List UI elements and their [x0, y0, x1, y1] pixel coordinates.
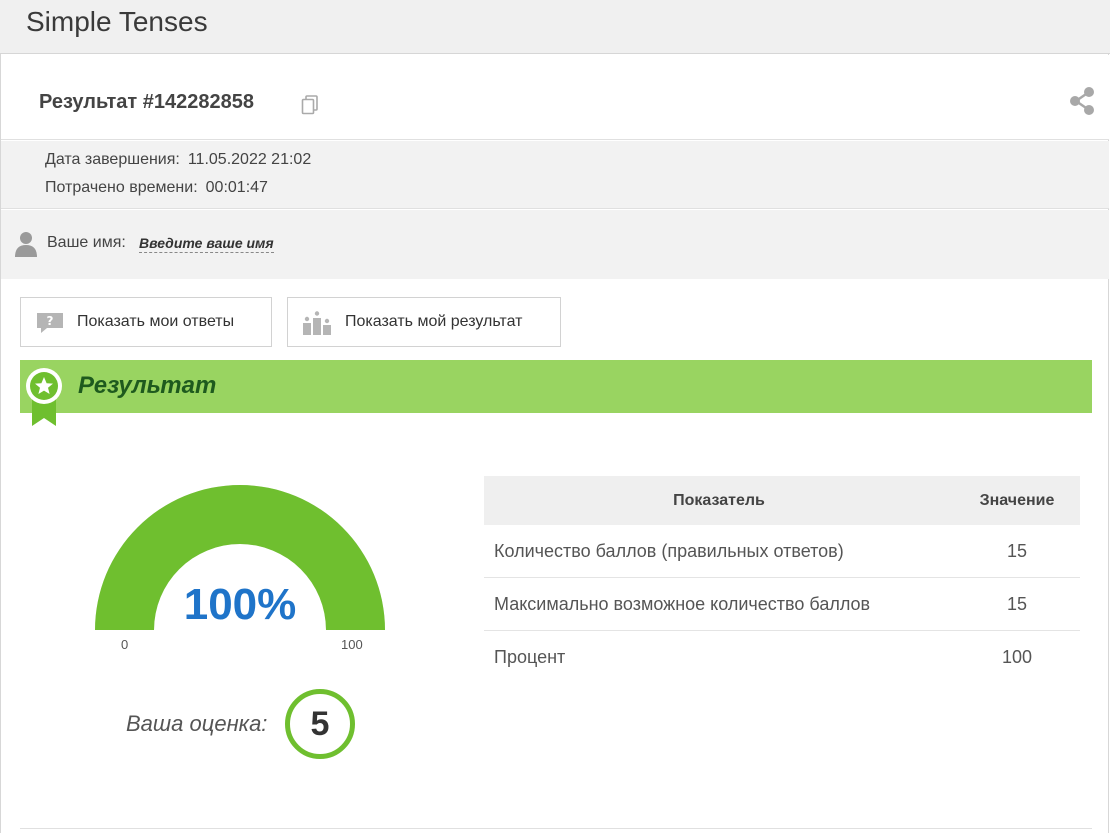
results-table: Показатель Значение Количество баллов (п… — [484, 476, 1080, 683]
result-title: Результат #142282858 — [39, 91, 255, 113]
table-cell-value: 15 — [954, 577, 1080, 631]
table-cell-value: 100 — [1001, 646, 1033, 667]
show-result-label: Показать мой результат — [345, 313, 523, 330]
svg-text:?: ? — [47, 314, 54, 328]
table-cell-name: Процент — [494, 646, 566, 667]
name-input[interactable]: Введите ваше имя — [139, 235, 274, 253]
gauge-max-label: 100 — [341, 637, 363, 652]
speech-bubble-question-icon: ? — [37, 313, 63, 333]
table-cell-name: Количество баллов (правильных ответов) — [484, 525, 954, 578]
share-icon[interactable] — [1067, 85, 1099, 117]
time-spent-row: Потрачено времени: 00:01:47 — [45, 179, 268, 197]
grade-value: 5 — [310, 705, 330, 743]
finish-date-value: 11.05.2022 21:02 — [187, 151, 312, 168]
app-title: Simple Tenses — [26, 6, 208, 37]
grade-label: Ваша оценка: — [126, 711, 268, 736]
result-section-title: Результат — [78, 372, 217, 399]
person-icon — [15, 232, 37, 257]
table-header-indicator: Показатель — [484, 476, 954, 525]
score-gauge — [95, 485, 385, 630]
finish-date-row: Дата завершения: 11.05.2022 21:02 — [45, 151, 311, 169]
show-answers-label: Показать мои ответы — [77, 313, 235, 330]
copy-icon[interactable] — [301, 95, 319, 115]
time-spent-value: 00:01:47 — [205, 179, 268, 196]
gauge-min-label: 0 — [121, 637, 129, 652]
finish-date-label: Дата завершения: — [45, 151, 180, 168]
show-answers-button[interactable]: ? Показать мои ответы — [20, 297, 272, 347]
result-header: Результат #142282858 — [1, 55, 1109, 140]
table-cell-name: Максимально возможное количество баллов — [484, 577, 954, 631]
result-meta: Дата завершения: 11.05.2022 21:02 Потраче… — [1, 141, 1109, 209]
show-result-button[interactable]: Показать мой результат — [287, 297, 561, 347]
name-label: Ваше имя: — [47, 234, 126, 251]
table-header-value: Значение — [954, 476, 1080, 525]
grade-badge: 5 — [285, 689, 355, 759]
table-row: Процент 100 — [484, 631, 1080, 684]
table-cell-value: 15 — [954, 525, 1080, 578]
title-bar: Simple Tenses — [0, 0, 1110, 54]
table-row: Количество баллов (правильных ответов) 1… — [484, 525, 1080, 578]
podium-icon — [303, 311, 331, 335]
table-header-row: Показатель Значение — [484, 476, 1080, 525]
time-spent-label: Потрачено времени: — [45, 179, 198, 196]
user-name-bar: Ваше имя: Введите ваше имя — [1, 210, 1109, 279]
bottom-divider — [20, 828, 1092, 829]
table-row: Максимально возможное количество баллов … — [484, 577, 1080, 631]
award-ribbon-icon — [26, 368, 62, 426]
gauge-percent-value: 100% — [183, 580, 297, 629]
